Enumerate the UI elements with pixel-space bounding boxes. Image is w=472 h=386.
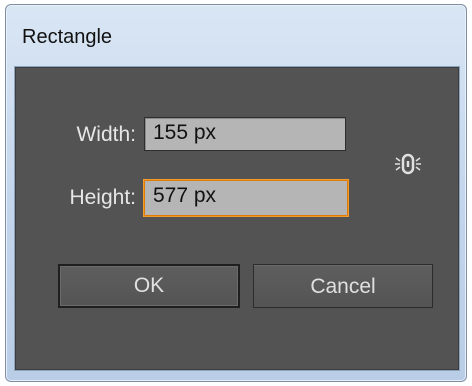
rectangle-dialog: Rectangle Width: 155 px Height: 577 px O… [5, 4, 467, 382]
width-field[interactable]: 155 px [144, 117, 346, 151]
cancel-button[interactable]: Cancel [253, 264, 433, 308]
dialog-body: Width: 155 px Height: 577 px OK Cancel [15, 67, 459, 370]
ok-button[interactable]: OK [58, 264, 240, 308]
dialog-title: Rectangle [22, 26, 113, 48]
chain-link-icon[interactable] [394, 152, 422, 176]
height-label: Height: [69, 186, 136, 209]
width-label: Width: [76, 123, 136, 146]
title-bar[interactable]: Rectangle [6, 5, 466, 59]
height-field[interactable]: 577 px [144, 180, 348, 216]
